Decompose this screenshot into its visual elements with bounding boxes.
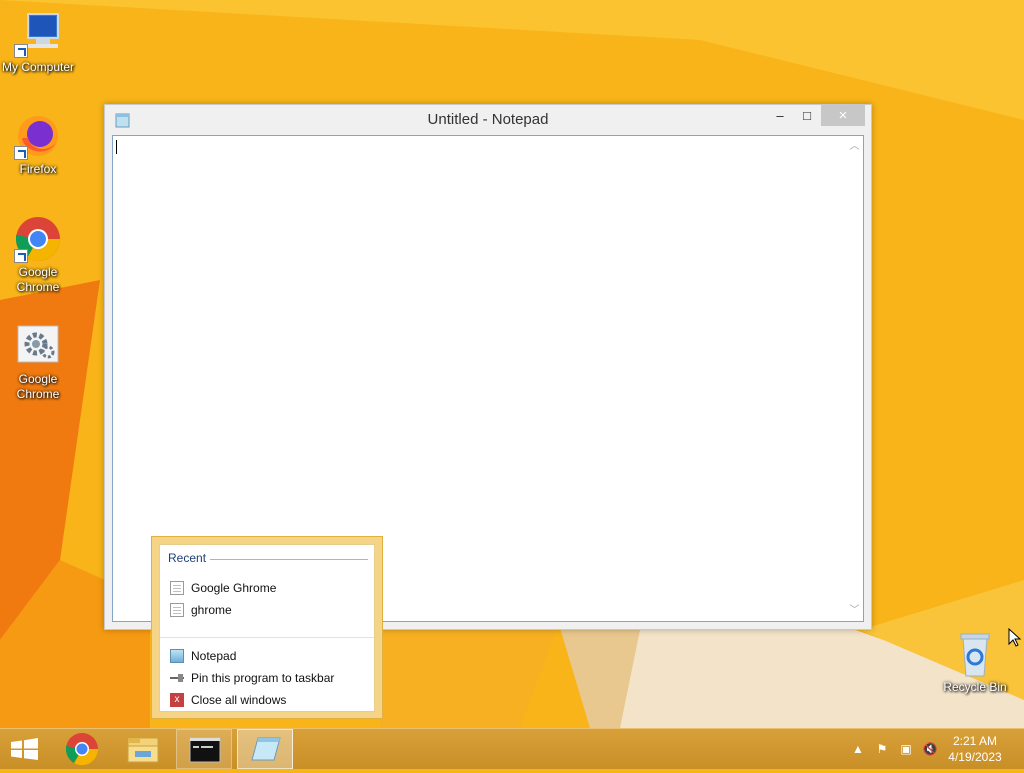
desktop-icon-firefox[interactable]: Firefox <box>0 112 76 177</box>
taskbar: ▲ ⚑ ▣ 🔇 2:21 AM 4/19/2023 <box>0 728 1024 769</box>
file-explorer-icon <box>127 737 159 763</box>
action-center-flag-icon[interactable]: ⚑ <box>874 741 890 757</box>
jump-list-panel: Recent Google Ghrome ghrome Notepad Pin … <box>159 544 375 712</box>
settings-gear-icon <box>14 322 62 370</box>
desktop-icon-google-chrome-settings[interactable]: Google Chrome <box>0 322 76 402</box>
chrome-icon <box>14 215 62 263</box>
desktop-icon-label: My Computer <box>1 60 75 74</box>
clock-date: 4/19/2023 <box>948 750 1002 764</box>
minimize-icon: – <box>776 108 784 123</box>
section-divider <box>210 559 368 560</box>
show-hidden-icons-icon[interactable]: ▲ <box>850 741 866 757</box>
pin-icon <box>170 671 184 685</box>
jump-list-divider <box>160 637 374 638</box>
minimize-button[interactable]: – <box>767 105 793 126</box>
maximize-icon: □ <box>803 108 811 123</box>
jump-list-section-recent: Recent <box>168 551 207 565</box>
jump-list-recent-item[interactable]: Google Ghrome <box>170 577 276 599</box>
system-clock[interactable]: 2:21 AM 4/19/2023 <box>940 733 1010 765</box>
text-document-icon <box>170 602 184 617</box>
desktop-icon-label: Google <box>18 265 58 279</box>
chrome-icon <box>65 733 99 766</box>
close-icon: x <box>170 692 184 707</box>
desktop-icon-label: Firefox <box>19 162 57 176</box>
recent-item-label: Google Ghrome <box>191 581 277 595</box>
close-button[interactable]: × <box>821 105 865 126</box>
recycle-bin-icon <box>951 630 999 678</box>
jump-list-open-notepad[interactable]: Notepad <box>170 645 236 667</box>
task-label: Pin this program to taskbar <box>191 671 335 685</box>
taskbar-file-explorer[interactable] <box>115 729 171 769</box>
desktop-icon-recycle-bin[interactable]: Recycle Bin <box>937 630 1013 695</box>
taskbar-group-separator <box>292 729 298 769</box>
firefox-icon <box>14 112 62 160</box>
clock-time: 2:21 AM <box>952 734 998 748</box>
jump-list-close-all-windows[interactable]: x Close all windows <box>170 689 286 711</box>
desktop-icon-my-computer[interactable]: My Computer <box>0 10 76 75</box>
taskbar-chrome[interactable] <box>54 729 110 769</box>
notepad-icon <box>170 648 184 663</box>
start-button[interactable] <box>0 729 50 769</box>
recent-item-label: ghrome <box>191 603 232 617</box>
volume-muted-icon[interactable]: 🔇 <box>922 741 938 757</box>
desktop-icon-google-chrome[interactable]: Google Chrome <box>0 215 76 295</box>
network-icon[interactable]: ▣ <box>898 741 914 757</box>
vertical-scrollbar[interactable]: ︿ ﹀ <box>846 136 863 621</box>
title-bar[interactable]: Untitled - Notepad – □ × <box>105 105 871 135</box>
computer-icon <box>14 10 62 58</box>
maximize-button[interactable]: □ <box>794 105 820 126</box>
desktop-icon-label: Google <box>18 372 58 386</box>
notepad-icon <box>251 737 281 761</box>
notepad-jump-list: Recent Google Ghrome ghrome Notepad Pin … <box>151 536 383 719</box>
command-prompt-icon <box>189 737 221 763</box>
desktop-icon-label: Chrome <box>16 387 60 401</box>
jump-list-pin-to-taskbar[interactable]: Pin this program to taskbar <box>170 667 334 689</box>
desktop-icon-label: Chrome <box>16 280 60 294</box>
start-icon <box>11 738 38 760</box>
text-caret <box>116 140 117 154</box>
scroll-down-icon[interactable]: ﹀ <box>846 602 863 619</box>
mouse-pointer-icon <box>1008 628 1022 647</box>
window-title: Untitled - Notepad <box>427 111 549 128</box>
jump-list-recent-item[interactable]: ghrome <box>170 599 232 621</box>
taskbar-notepad[interactable] <box>237 729 293 769</box>
scroll-up-icon[interactable]: ︿ <box>846 138 863 155</box>
text-document-icon <box>170 580 184 595</box>
taskbar-command-prompt[interactable] <box>176 729 232 769</box>
task-label: Notepad <box>191 649 237 663</box>
close-icon: × <box>838 107 848 124</box>
task-label: Close all windows <box>191 693 287 707</box>
desktop-icon-label: Recycle Bin <box>943 680 1007 694</box>
